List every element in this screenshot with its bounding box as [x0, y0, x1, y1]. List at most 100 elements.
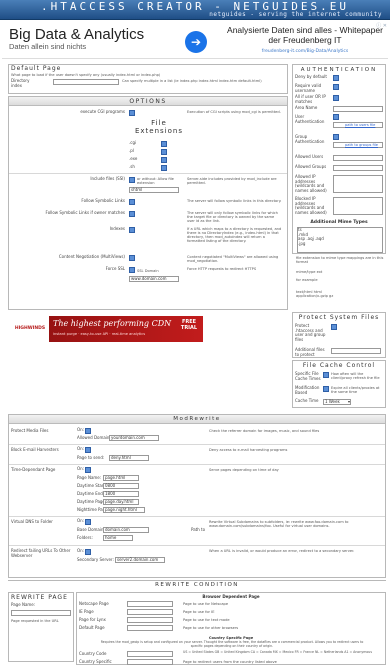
block-harvesters-checkbox[interactable]	[85, 447, 91, 453]
negotiation-checkbox[interactable]	[129, 255, 135, 261]
ad-url[interactable]: freudenberg-it.com/Big-Data/Analytics	[220, 49, 390, 54]
path-to-label: Path to	[191, 527, 206, 532]
allowed-domain-input[interactable]: yourdomain.com	[109, 435, 159, 441]
options-title: OPTIONS	[9, 97, 287, 106]
cache-modification-radio[interactable]	[323, 386, 329, 392]
auth-allowed-groups-label: Allowed Groups	[295, 164, 327, 169]
auth-allowed-users-input[interactable]	[333, 155, 383, 161]
protect-additional-input[interactable]	[331, 348, 381, 354]
secondary-server-input[interactable]: server2.domain.com	[115, 557, 165, 563]
ie-page-input[interactable]	[127, 609, 173, 615]
country-specific-desc: Page to redirect users from the country …	[183, 660, 277, 664]
netscape-page-input[interactable]	[127, 601, 173, 607]
indexes-desc: If a URL which maps to a directory is re…	[187, 227, 282, 244]
rewrite-condition-title: REWRITE CONDITION	[155, 582, 239, 588]
follow-links-checkbox[interactable]	[129, 199, 135, 205]
country-specific-input[interactable]	[127, 659, 173, 665]
time-page-on-label: On:	[77, 466, 85, 471]
follow-owner-checkbox[interactable]	[129, 211, 135, 217]
daytime-page-label: Daytime Page:	[77, 499, 107, 504]
daytime-page-input[interactable]: page.day.html	[103, 499, 139, 505]
directory-index-input[interactable]	[53, 79, 119, 85]
ext-pl-checkbox[interactable]	[161, 149, 167, 155]
auth-group-path-hint[interactable]: path to groups file	[345, 143, 378, 147]
cache-specific-radio[interactable]	[323, 372, 329, 378]
auth-allowed-ip-input[interactable]	[333, 175, 383, 193]
redirect-failing-desc: When a URL is invalid, or would produce …	[209, 549, 355, 553]
virtual-dns-checkbox[interactable]	[85, 519, 91, 525]
daytime-starts-input[interactable]: 0800	[103, 483, 139, 489]
auth-user-checkbox[interactable]	[333, 114, 339, 120]
lynx-page-label: Page for Lynx	[79, 617, 106, 622]
mime-list[interactable]: ts .mkd asp .aqj .aqd .jpg	[297, 227, 383, 253]
time-page-checkbox[interactable]	[85, 467, 91, 473]
lynx-page-input[interactable]	[127, 617, 173, 623]
auth-allowed-users-label: Allowed Users	[295, 154, 324, 159]
auth-blocked-ip-input[interactable]	[333, 197, 383, 215]
ssi-extension-input[interactable]: shtml	[129, 187, 179, 193]
file-extensions-title: File Extensions	[134, 119, 183, 136]
ad-title[interactable]: Big Data & Analytics	[9, 26, 144, 43]
cgi-checkbox[interactable]	[129, 110, 135, 116]
ext-exe-checkbox[interactable]	[161, 157, 167, 163]
auth-area-input[interactable]	[333, 106, 383, 112]
daytime-ends-input[interactable]: 1800	[103, 491, 139, 497]
time-page-label: Time-Dependant Page	[11, 467, 56, 472]
page-to-send-input[interactable]: deny.html	[109, 455, 149, 461]
block-harvesters-on-label: On:	[77, 446, 85, 451]
auth-valid-checkbox[interactable]	[333, 84, 339, 90]
ext-pl-label: .pl	[129, 148, 134, 153]
cache-modification-desc: Expire all clients/proxies at the same t…	[331, 386, 380, 395]
indexes-checkbox[interactable]	[129, 227, 135, 233]
force-ssl-label: Force SSL	[105, 266, 125, 271]
block-harvesters-label: Block E-mail Harvesters	[11, 447, 59, 452]
redirect-failing-label: Redirect failing URLs To Other Webserver	[11, 548, 71, 558]
negotiation-label: Content Negotiation (MultiViews)	[58, 254, 125, 259]
cdn-brand-logo: HIGHWINDS	[11, 316, 49, 342]
redirect-failing-checkbox[interactable]	[85, 549, 91, 555]
rewrite-page-name-input[interactable]	[11, 610, 71, 616]
cgi-label: execute CGI programs	[80, 109, 125, 114]
cache-time-select[interactable]: 1 Week ▾	[323, 399, 351, 405]
default-page-label: Default Page	[79, 625, 105, 630]
ad-close-icon[interactable]: ⓘ ✕	[376, 23, 387, 30]
cdn-ad-banner[interactable]: HIGHWINDS The highest performing CDN ins…	[11, 316, 203, 342]
ext-sh-checkbox[interactable]	[161, 165, 167, 171]
auth-user-path-hint[interactable]: path to users file	[345, 123, 375, 127]
mime-title: Additional Mime Types	[310, 220, 368, 225]
authentication-section: AUTHENTICATION Deny by default Require v…	[292, 64, 386, 254]
ad-right-title[interactable]: Analysierte Daten sind alles - Whitepape…	[220, 25, 390, 46]
page-to-send-label: Page to send:	[77, 455, 105, 460]
force-ssl-checkbox[interactable]	[129, 267, 135, 273]
auth-deny-checkbox[interactable]	[333, 75, 339, 81]
default-page-desc: Page to use for other browsers	[183, 626, 239, 630]
ssi-checkbox[interactable]	[129, 177, 135, 183]
folders-input[interactable]: home	[103, 535, 133, 541]
ad-banner[interactable]: Big Data & Analytics Daten allein sind n…	[2, 23, 388, 59]
protect-media-desc: Check the referrer domain for images, mu…	[209, 429, 320, 433]
auth-allowed-ip-label: Allowed IP addresses (wildcards and name…	[295, 174, 327, 193]
arrow-right-icon[interactable]: ➔	[185, 31, 207, 53]
protect-media-checkbox[interactable]	[85, 428, 91, 434]
default-page-title: Default Page	[11, 65, 62, 72]
auth-all-checkbox[interactable]	[333, 95, 339, 101]
time-page-name-input[interactable]: page.html	[103, 475, 139, 481]
default-page-input[interactable]	[127, 625, 173, 631]
ext-cgi-checkbox[interactable]	[161, 141, 167, 147]
mime-hint: file extension to mime type mappings are…	[296, 256, 384, 265]
cdn-headline: The highest performing CDN	[53, 319, 172, 328]
country-code-input[interactable]	[127, 651, 173, 657]
ssl-domain-input[interactable]: www.domain.com	[129, 276, 179, 282]
divider	[9, 545, 385, 546]
options-section: OPTIONS execute CGI programs Execution o…	[8, 96, 288, 310]
auth-allowed-groups-input[interactable]	[333, 165, 383, 171]
mime-example-label: for example	[296, 278, 318, 282]
base-domain-input[interactable]: domain.com	[103, 527, 149, 533]
free-trial-button[interactable]: FREE TRIAL	[177, 319, 201, 332]
protect-checkbox[interactable]	[331, 324, 337, 330]
protect-title: Protect System Files	[298, 314, 380, 321]
rewrite-page-title: REWRITE PAGE	[11, 594, 68, 601]
ie-page-label: IE Page	[79, 609, 94, 614]
auth-group-checkbox[interactable]	[333, 134, 339, 140]
nighttime-page-input[interactable]: page.night.html	[103, 507, 145, 513]
